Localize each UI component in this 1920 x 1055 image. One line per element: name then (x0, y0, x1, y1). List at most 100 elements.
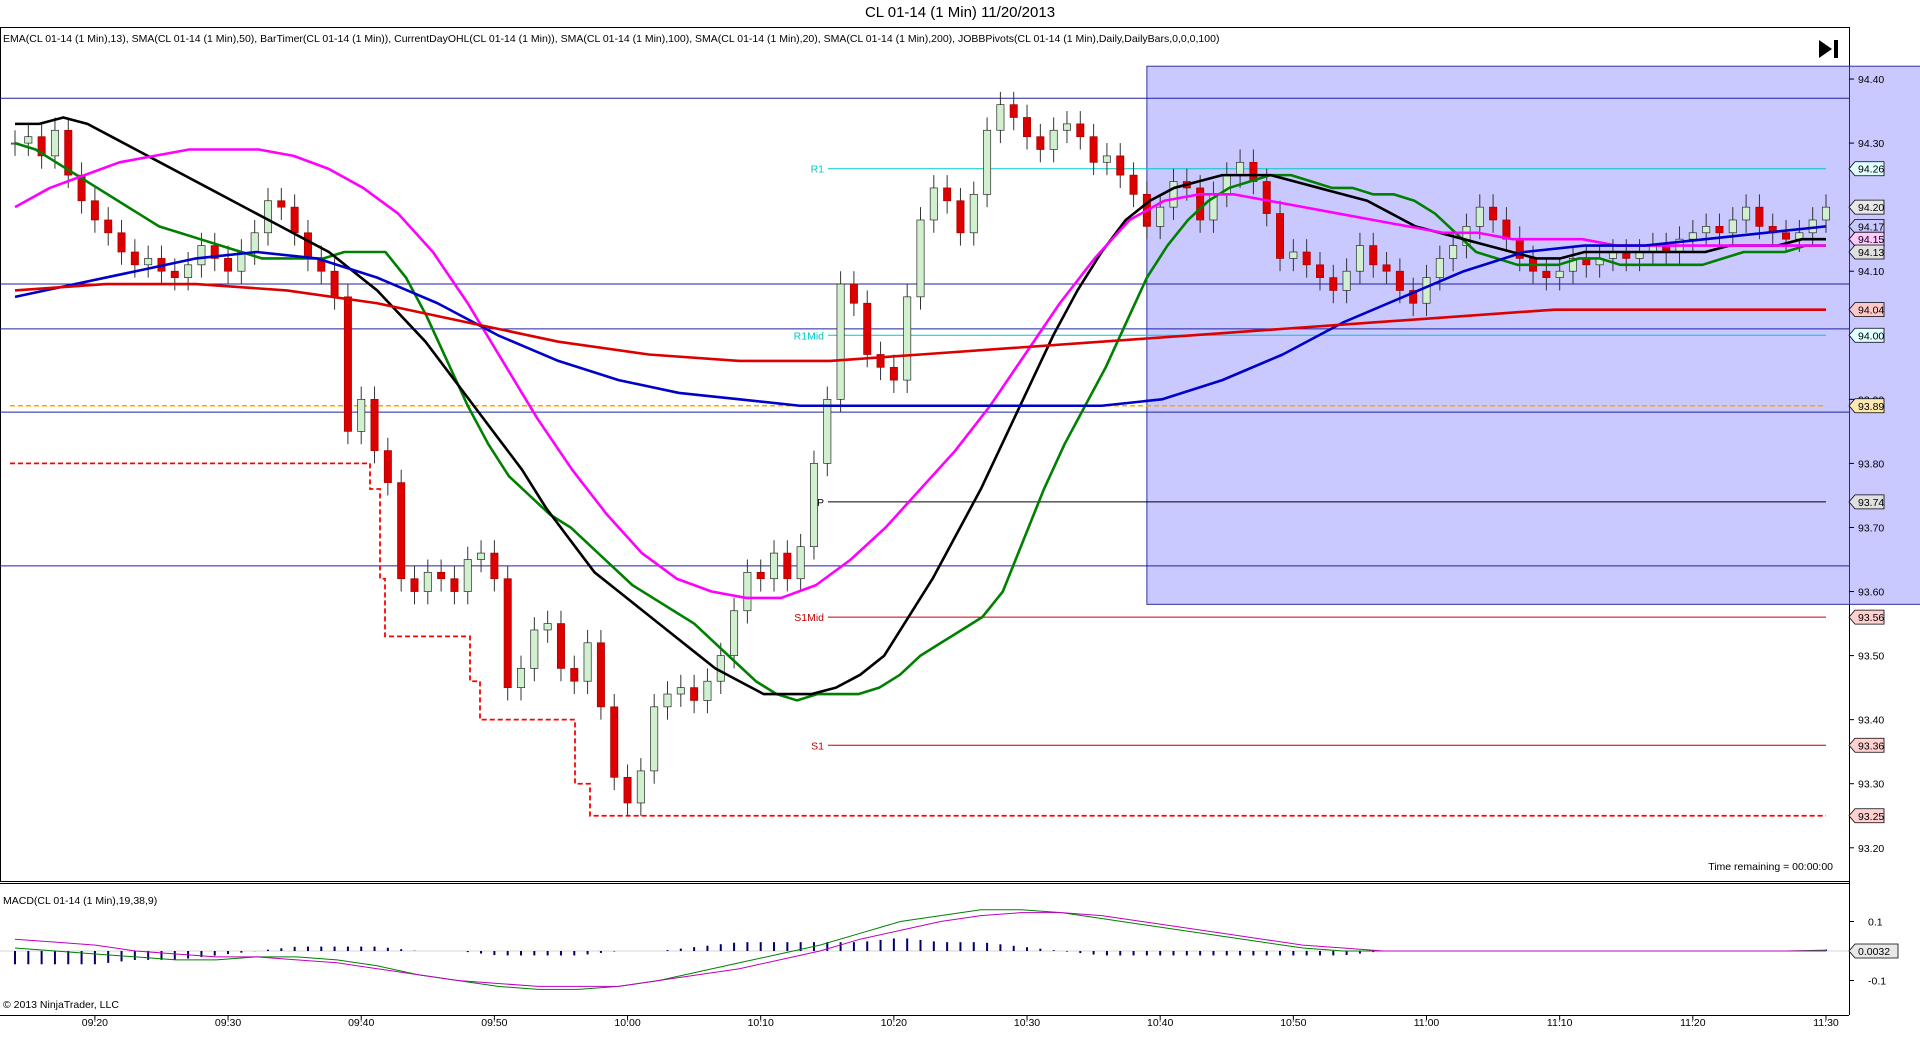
candle (1116, 155, 1125, 176)
candle (716, 655, 725, 682)
candle (277, 200, 286, 208)
price-tag-label: 93.25 (1858, 811, 1884, 823)
x-tick-label: 11:00 (1414, 1017, 1440, 1029)
candle (969, 193, 978, 234)
candle (636, 770, 645, 804)
candle (357, 398, 366, 432)
candle (596, 642, 605, 708)
candle (264, 200, 272, 234)
candle (1702, 226, 1711, 234)
candle (144, 258, 153, 266)
candle (303, 232, 312, 259)
candle (1382, 264, 1391, 272)
candle (889, 366, 898, 381)
candle (583, 642, 592, 682)
y-tick-label: 93.20 (1858, 843, 1884, 855)
candle (756, 571, 765, 580)
pivot-label: R1 (811, 164, 825, 176)
pivot-label: S1Mid (794, 612, 824, 624)
candle (117, 232, 126, 253)
candle (1489, 206, 1498, 221)
price-tag-label: 94.13 (1858, 247, 1884, 259)
x-tick-label: 11:20 (1680, 1017, 1706, 1029)
macd-y-tick-label: -0.1 (1868, 976, 1886, 988)
candle (490, 552, 499, 580)
candle (1395, 270, 1404, 291)
candle (703, 680, 712, 701)
price-tag-label: 94.20 (1858, 202, 1884, 214)
price-tag-label: 93.89 (1858, 401, 1884, 413)
candle (730, 610, 739, 656)
candle (290, 206, 299, 234)
x-tick-label: 11:30 (1813, 1017, 1839, 1029)
y-tick-label: 94.30 (1858, 138, 1884, 150)
candle (1715, 226, 1724, 234)
candle (823, 398, 832, 464)
candle (1329, 277, 1338, 291)
candle (983, 129, 992, 195)
candle (1755, 206, 1764, 227)
candle (1822, 206, 1830, 221)
candle (903, 296, 912, 381)
candle (743, 571, 752, 612)
candle (50, 129, 59, 157)
candle (343, 296, 352, 432)
candle (943, 187, 952, 202)
x-tick-label: 10:20 (881, 1017, 907, 1029)
price-tag-label: 94.04 (1858, 305, 1884, 317)
candle (104, 219, 113, 234)
price-chart[interactable]: R1R1MidPPS1MidS1 0.1-0.10.0032 94.4094.3… (0, 0, 1920, 1055)
candle (1728, 219, 1737, 234)
y-tick-label: 94.10 (1858, 266, 1884, 278)
candle (477, 552, 486, 560)
x-tick-label: 09:30 (215, 1017, 241, 1029)
candle (1062, 123, 1071, 131)
candle (130, 251, 139, 266)
candle (570, 668, 579, 682)
candle (836, 283, 845, 400)
candle (1302, 251, 1311, 266)
candle (676, 687, 685, 695)
y-tick-label: 93.30 (1858, 779, 1884, 791)
candle (863, 302, 872, 355)
candle (1076, 123, 1085, 138)
candle (956, 200, 965, 234)
candle (1049, 129, 1058, 150)
candle (1555, 270, 1564, 278)
candle (556, 623, 565, 669)
candle (690, 687, 699, 701)
y-tick-label: 93.80 (1858, 458, 1884, 470)
time-remaining: Time remaining = 00:00:00 (1708, 861, 1833, 873)
pivot-label: S1 (811, 740, 824, 752)
candle (1422, 277, 1431, 304)
candle (1089, 136, 1098, 163)
candle (1276, 213, 1285, 259)
candle (1449, 245, 1458, 259)
price-tag-label: 94.26 (1858, 164, 1884, 176)
candle (370, 398, 379, 451)
candle (1156, 206, 1165, 227)
candle (410, 578, 419, 592)
candle (610, 706, 619, 778)
candle (170, 270, 179, 278)
candle (996, 104, 1005, 131)
candle (1102, 155, 1111, 163)
skip-to-end-icon[interactable] (1818, 38, 1840, 60)
candle (224, 258, 233, 272)
price-tag-label: 93.74 (1858, 497, 1884, 509)
candle (1169, 181, 1178, 208)
x-tick-label: 10:40 (1147, 1017, 1173, 1029)
candle (543, 623, 552, 631)
macd-value-label: 0.0032 (1858, 946, 1890, 958)
candle (1036, 136, 1045, 150)
candle (1289, 251, 1298, 259)
candle (809, 463, 818, 548)
candle (1782, 232, 1791, 240)
macd-y-tick-label: 0.1 (1868, 917, 1883, 929)
candle (623, 776, 632, 804)
price-tag-label: 94.17 (1858, 221, 1884, 233)
x-tick-label: 10:10 (748, 1017, 774, 1029)
y-tick-label: 93.70 (1858, 522, 1884, 534)
candle (330, 270, 339, 298)
candle (1342, 270, 1351, 291)
